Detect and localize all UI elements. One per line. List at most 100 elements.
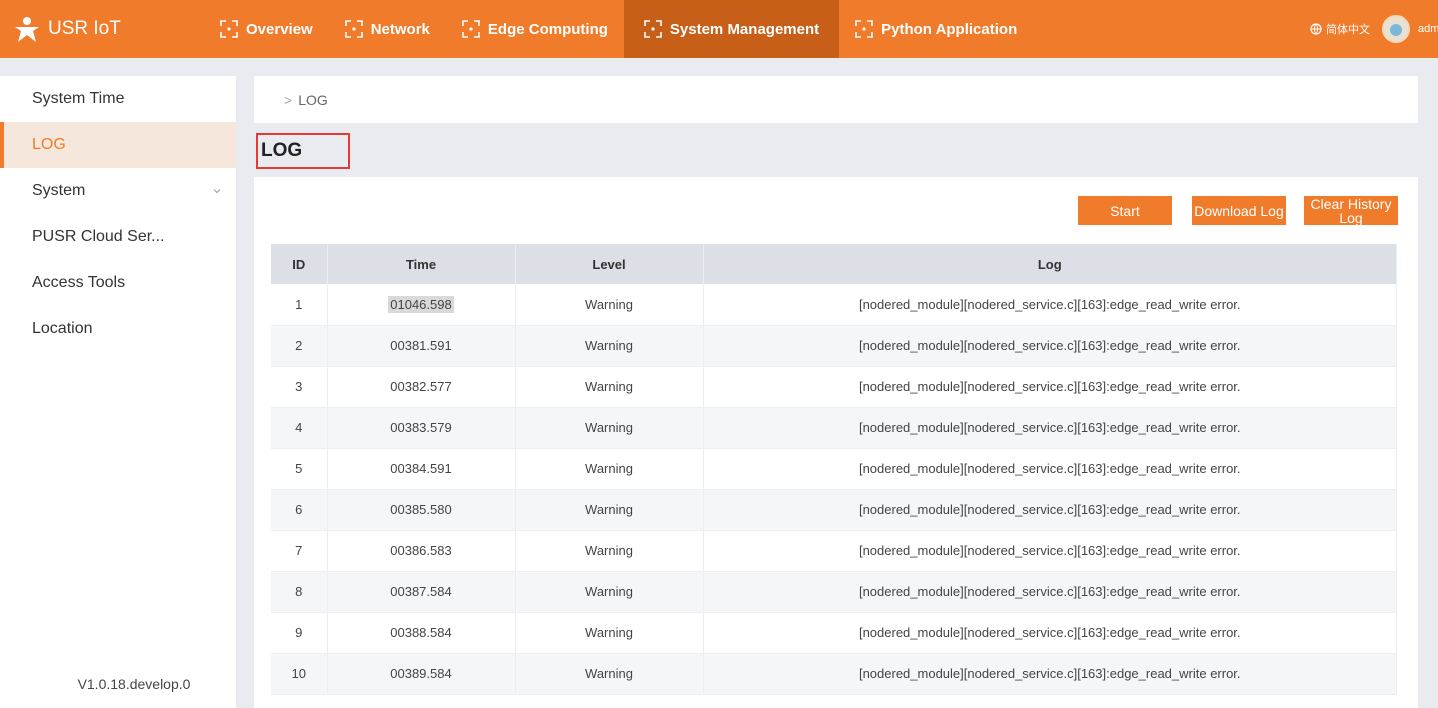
top-navbar: USR IoT Overview Network Edge Computing … [0,0,1438,58]
cell-time: 00382.577 [327,366,516,408]
column-header-time[interactable]: Time [327,244,516,284]
cell-id: 7 [271,530,328,572]
main-nav: Overview Network Edge Computing System M… [200,0,1033,58]
cell-log: [nodered_module][nodered_service.c][163]… [703,530,1397,572]
cell-log: [nodered_module][nodered_service.c][163]… [703,612,1397,654]
cell-log: [nodered_module][nodered_service.c][163]… [703,448,1397,490]
chevron-down-icon [213,189,221,194]
sidebar-item-label: System [32,182,86,199]
table-row[interactable]: 8 00387.584 Warning [nodered_module][nod… [271,571,1397,613]
cell-level: Warning [515,530,704,572]
focus-frame-icon [220,20,238,38]
sidebar-item-system-time[interactable]: System Time [0,76,236,122]
table-row[interactable]: 9 00388.584 Warning [nodered_module][nod… [271,612,1397,654]
focus-frame-icon [344,20,363,38]
sidebar: System Time LOG System PUSR Cloud Ser...… [0,76,236,708]
brand-name: USR IoT [48,18,121,39]
cell-level: Warning [515,612,704,654]
sidebar-item-location[interactable]: Location [0,306,236,352]
table-header-row: ID Time Level Log [271,244,1397,284]
nav-system-management-label: System Management [669,20,820,38]
breadcrumb-current: LOG [298,91,328,108]
cell-id: 9 [271,612,328,654]
cell-time: 00385.580 [327,489,516,531]
nav-edge-computing-label: Edge Computing [487,20,608,38]
table-row[interactable]: 10 00389.584 Warning [nodered_module][no… [271,653,1397,695]
cell-id: 4 [271,407,328,449]
sidebar-item-label: PUSR Cloud Ser... [32,228,165,245]
nav-python-application[interactable]: Python Application [839,0,1033,58]
breadcrumb-separator-icon: > [284,91,293,108]
cell-id: 6 [271,489,328,531]
breadcrumb: > LOG [254,76,1418,123]
nav-network-label: Network [370,20,430,38]
globe-icon [1310,23,1322,35]
nav-python-application-label: Python Application [881,20,1018,38]
page-title: LOG [256,133,350,169]
sidebar-item-label: Access Tools [32,274,126,291]
table-row[interactable]: 1 01046.598 Warning [nodered_module][nod… [271,284,1397,326]
cell-time-selected: 01046.598 [388,295,454,313]
cell-time: 00381.591 [327,325,516,367]
start-button[interactable]: Start [1078,196,1172,225]
sidebar-item-pusr-cloud[interactable]: PUSR Cloud Ser... [0,214,236,260]
cell-log: [nodered_module][nodered_service.c][163]… [703,571,1397,613]
cell-level: Warning [515,653,704,695]
table-row[interactable]: 4 00383.579 Warning [nodered_module][nod… [271,407,1397,449]
nav-edge-computing[interactable]: Edge Computing [446,0,624,58]
cell-log: [nodered_module][nodered_service.c][163]… [703,284,1397,326]
table-row[interactable]: 3 00382.577 Warning [nodered_module][nod… [271,366,1397,408]
nav-network[interactable]: Network [329,0,446,58]
cell-log: [nodered_module][nodered_service.c][163]… [703,489,1397,531]
sidebar-item-system[interactable]: System [0,168,236,214]
table-row[interactable]: 6 00385.580 Warning [nodered_module][nod… [271,489,1397,531]
sidebar-item-label: LOG [32,136,66,153]
cell-level: Warning [515,448,704,490]
nav-system-management[interactable]: System Management [623,0,840,58]
log-table: ID Time Level Log 1 01046.598 Warning [n… [271,244,1397,695]
cell-time: 00383.579 [327,407,516,449]
cell-id: 3 [271,366,328,408]
column-header-level[interactable]: Level [515,244,704,284]
cell-level: Warning [515,489,704,531]
table-row[interactable]: 5 00384.591 Warning [nodered_module][nod… [271,448,1397,490]
cell-level: Warning [515,366,704,408]
cell-level: Warning [515,571,704,613]
cell-log: [nodered_module][nodered_service.c][163]… [703,653,1397,695]
column-header-log[interactable]: Log [703,244,1397,284]
sidebar-item-log[interactable]: LOG [0,122,236,168]
sidebar-item-label: System Time [32,90,125,107]
focus-frame-icon [644,20,662,38]
cell-id: 5 [271,448,328,490]
cell-time: 00388.584 [327,612,516,654]
cell-id: 1 [271,284,328,326]
clear-history-log-button[interactable]: Clear History Log [1304,196,1398,225]
cell-log: [nodered_module][nodered_service.c][163]… [703,325,1397,367]
sidebar-item-access-tools[interactable]: Access Tools [0,260,236,306]
cell-time: 00386.583 [327,530,516,572]
avatar[interactable] [1382,15,1410,43]
version-label: V1.0.18.develop.0 [77,676,191,692]
language-switcher[interactable]: 简体中文 [1310,21,1370,37]
cell-level: Warning [515,325,704,367]
cell-id: 10 [271,653,328,695]
nav-overview[interactable]: Overview [200,0,329,58]
user-name[interactable]: admin [1418,23,1438,35]
focus-frame-icon [462,20,480,38]
usr-logo-icon [15,17,39,42]
table-row[interactable]: 7 00386.583 Warning [nodered_module][nod… [271,530,1397,572]
scrollbar-track[interactable] [1432,76,1438,708]
column-header-id[interactable]: ID [271,244,328,284]
cell-level: Warning [515,407,704,449]
cell-id: 8 [271,571,328,613]
log-panel: Start Download Log Clear History Log ID … [254,177,1418,708]
table-row[interactable]: 2 00381.591 Warning [nodered_module][nod… [271,325,1397,367]
cell-log: [nodered_module][nodered_service.c][163]… [703,366,1397,408]
cell-time: 01046.598 [327,284,516,326]
brand-logo[interactable]: USR IoT [0,14,200,44]
nav-overview-label: Overview [246,20,313,38]
cell-time: 00384.591 [327,448,516,490]
download-log-button[interactable]: Download Log [1192,196,1286,225]
language-label: 简体中文 [1326,24,1370,36]
sidebar-item-label: Location [32,320,93,337]
